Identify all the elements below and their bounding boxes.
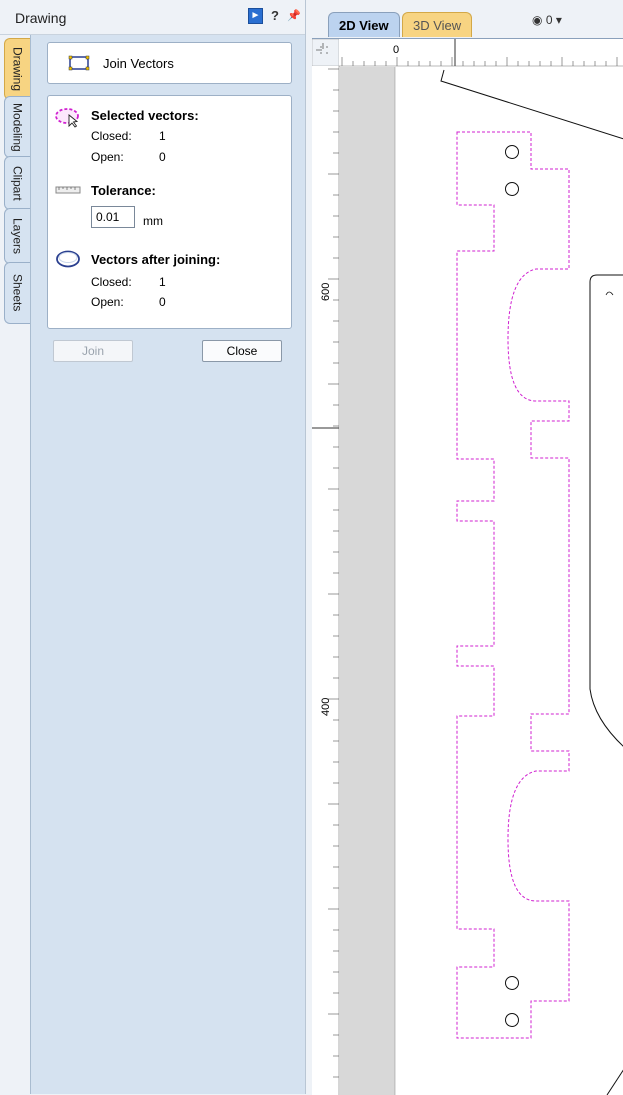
selected-open-value: 0 [159, 150, 166, 164]
ruler-icon [55, 184, 81, 198]
join-button[interactable]: Join [53, 340, 133, 362]
layer-dropdown[interactable]: ◉ 0 ▾ [532, 13, 562, 27]
selected-closed-label: Closed: [91, 129, 132, 143]
side-tab-strip: Drawing Modeling Clipart Layers Sheets [0, 35, 30, 1094]
tab-clipart[interactable]: Clipart [4, 156, 30, 210]
hole-3[interactable] [505, 976, 519, 990]
ruler-corner[interactable] [312, 39, 340, 67]
tab-3d-view[interactable]: 3D View [402, 12, 473, 37]
panel-header: Drawing ► ? 📌 [0, 0, 305, 35]
part-small-arc[interactable] [605, 291, 614, 296]
layer-value: 0 [545, 13, 553, 27]
view-area: 2D View 3D View ◉ 0 ▾ 0 600 400 [305, 0, 623, 1095]
tab-2d-view[interactable]: 2D View [328, 12, 400, 37]
tab-sheets[interactable]: Sheets [4, 262, 30, 324]
tool-content: Selected vectors: Closed: 1 Open: 0 Tole… [47, 95, 292, 329]
left-ruler [312, 66, 339, 1095]
view-tabs: 2D View 3D View ◉ 0 ▾ [306, 0, 623, 38]
help-icon[interactable]: ? [267, 8, 283, 24]
after-open-value: 0 [159, 295, 166, 309]
tolerance-unit: mm [143, 214, 163, 228]
tolerance-input[interactable] [91, 206, 135, 228]
join-vectors-panel: Join Vectors Selected vectors: Closed: 1… [30, 35, 306, 1094]
drawing-canvas[interactable]: 0 600 400 [312, 38, 623, 1095]
hole-1[interactable] [505, 145, 519, 159]
tab-drawing[interactable]: Drawing [4, 38, 30, 100]
selected-open-label: Open: [91, 150, 124, 164]
top-ruler [339, 39, 623, 66]
selected-vector[interactable] [456, 131, 570, 1039]
tool-title: Join Vectors [103, 56, 174, 71]
hole-4[interactable] [505, 1013, 519, 1027]
dock-panel-icon[interactable]: ► [248, 8, 263, 24]
selected-closed-value: 1 [159, 129, 166, 143]
top-ruler-zero: 0 [393, 44, 399, 56]
after-open-label: Open: [91, 295, 124, 309]
left-ruler-600: 600 [320, 283, 332, 301]
selected-vectors-title: Selected vectors: [91, 108, 199, 123]
after-joining-title: Vectors after joining: [91, 252, 221, 267]
after-closed-label: Closed: [91, 275, 132, 289]
selected-vectors-icon [55, 106, 81, 131]
pin-icon[interactable]: 📌 [286, 8, 302, 24]
joined-vectors-icon [55, 249, 81, 272]
part-outline-bottom[interactable] [606, 1069, 623, 1095]
part-outline-top[interactable] [440, 69, 623, 140]
tab-modeling[interactable]: Modeling [4, 96, 30, 158]
panel-title: Drawing [15, 10, 67, 26]
after-closed-value: 1 [159, 275, 166, 289]
left-ruler-400: 400 [320, 698, 332, 716]
join-vectors-icon [68, 55, 90, 74]
part-outline-right[interactable] [589, 274, 623, 747]
layer-icon: ◉ [532, 13, 543, 27]
tool-title-box: Join Vectors [47, 42, 292, 84]
close-button[interactable]: Close [202, 340, 282, 362]
material-margin [340, 67, 395, 1095]
chevron-down-icon: ▾ [555, 13, 562, 27]
canvas-svg[interactable]: 0 600 400 [312, 39, 623, 1095]
hole-2[interactable] [505, 182, 519, 196]
tab-layers[interactable]: Layers [4, 208, 30, 264]
tolerance-title: Tolerance: [91, 183, 156, 198]
